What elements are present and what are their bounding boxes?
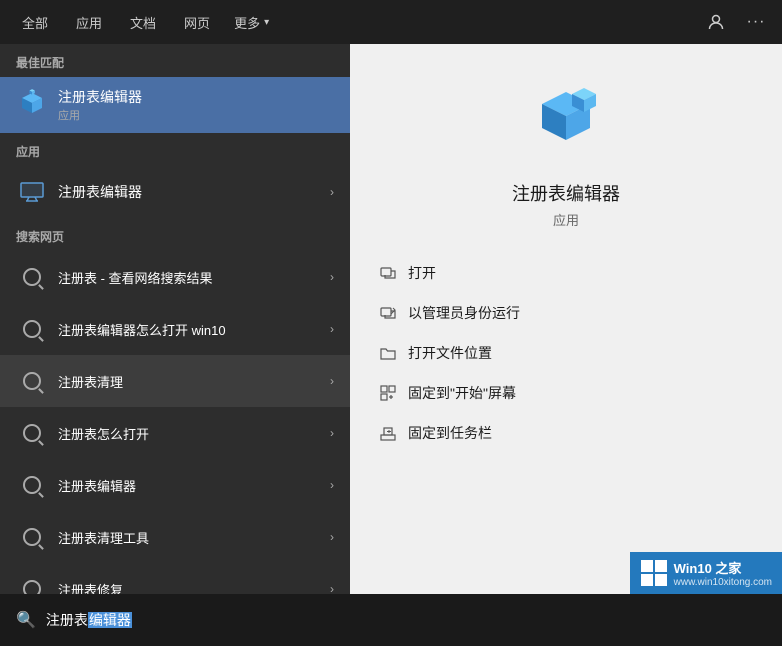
tab-all[interactable]: 全部: [8, 0, 62, 44]
top-bar: 全部 应用 文档 网页 更多 ▾ ···: [0, 0, 782, 44]
web-item-4[interactable]: 注册表编辑器 ›: [0, 459, 350, 511]
search-cursor-highlight: 编辑器: [88, 612, 132, 628]
best-match-item[interactable]: 注册表编辑器 应用: [0, 77, 350, 133]
left-panel: 最佳匹配 注册表编辑器 应用: [0, 44, 350, 594]
app-regedit-item[interactable]: 注册表编辑器 ›: [0, 166, 350, 218]
search-magnifier-icon: 🔍: [16, 610, 36, 630]
search-icon-2: [16, 365, 48, 397]
chevron-4: ›: [330, 478, 334, 492]
search-icon-3: [16, 417, 48, 449]
watermark-brand: Win10 之家: [674, 558, 772, 577]
monitor-icon: [16, 176, 48, 208]
tab-more[interactable]: 更多 ▾: [224, 0, 279, 44]
action-open[interactable]: 打开: [370, 253, 762, 293]
best-match-text: 注册表编辑器 应用: [58, 87, 142, 123]
search-icon-4: [16, 469, 48, 501]
bottom-bar: 🔍 注册表编辑器: [0, 594, 782, 646]
top-bar-right: ···: [698, 4, 774, 40]
chevron-2: ›: [330, 374, 334, 388]
folder-icon: [378, 343, 398, 363]
apps-label: 应用: [0, 133, 350, 166]
chevron-5: ›: [330, 530, 334, 544]
chevron-1: ›: [330, 322, 334, 336]
web-item-0[interactable]: 注册表 - 查看网络搜索结果 ›: [0, 251, 350, 303]
web-search-label: 搜索网页: [0, 218, 350, 251]
app-regedit-label: 注册表编辑器: [58, 182, 142, 202]
app-name-large: 注册表编辑器: [512, 180, 620, 206]
watermark: Win10 之家 www.win10xitong.com: [630, 552, 782, 594]
tab-apps[interactable]: 应用: [62, 0, 116, 44]
action-pin-start[interactable]: 固定到"开始"屏幕: [370, 373, 762, 413]
person-icon: [708, 14, 724, 30]
regedit-icon-best: [16, 89, 48, 121]
chevron-6: ›: [330, 582, 334, 594]
app-chevron-icon: ›: [330, 185, 334, 199]
app-type-label: 应用: [553, 210, 579, 229]
more-options-btn[interactable]: ···: [738, 4, 774, 40]
registry-editor-icon-xl: [526, 84, 606, 164]
search-icon-6: [16, 573, 48, 594]
web-item-2[interactable]: 注册表清理 ›: [0, 355, 350, 407]
web-item-6[interactable]: 注册表修复 ›: [0, 563, 350, 594]
search-input-text: 注册表编辑器: [46, 610, 132, 630]
action-file-location[interactable]: 打开文件位置: [370, 333, 762, 373]
chevron-0: ›: [330, 270, 334, 284]
person-icon-btn[interactable]: [698, 4, 734, 40]
admin-icon: [378, 303, 398, 323]
action-admin[interactable]: 以管理员身份运行: [370, 293, 762, 333]
search-input-area[interactable]: 🔍 注册表编辑器: [16, 610, 766, 630]
search-icon-5: [16, 521, 48, 553]
ellipsis-icon: ···: [747, 13, 766, 31]
pin-start-icon: [378, 383, 398, 403]
web-item-3[interactable]: 注册表怎么打开 ›: [0, 407, 350, 459]
tab-docs[interactable]: 文档: [116, 0, 170, 44]
watermark-text-block: Win10 之家 www.win10xitong.com: [674, 558, 772, 588]
search-icon-1: [16, 313, 48, 345]
open-icon: [378, 263, 398, 283]
action-list: 打开 以管理员身份运行: [350, 253, 782, 453]
right-panel: 注册表编辑器 应用 打开: [350, 44, 782, 594]
watermark-url: www.win10xitong.com: [674, 577, 772, 588]
web-item-1[interactable]: 注册表编辑器怎么打开 win10 ›: [0, 303, 350, 355]
windows-logo-icon: [640, 559, 668, 587]
pin-taskbar-icon: [378, 423, 398, 443]
search-container: 全部 应用 文档 网页 更多 ▾ ··· 最佳匹配: [0, 0, 782, 646]
app-icon-large: [526, 84, 606, 164]
web-item-5[interactable]: 注册表清理工具 ›: [0, 511, 350, 563]
best-match-label: 最佳匹配: [0, 44, 350, 77]
monitor-icon-svg: [20, 182, 44, 202]
search-icon-0: [16, 261, 48, 293]
tab-web[interactable]: 网页: [170, 0, 224, 44]
registry-editor-icon-large: [16, 89, 48, 121]
main-content: 最佳匹配 注册表编辑器 应用: [0, 44, 782, 594]
chevron-3: ›: [330, 426, 334, 440]
action-pin-taskbar[interactable]: 固定到任务栏: [370, 413, 762, 453]
chevron-down-icon: ▾: [264, 17, 269, 28]
